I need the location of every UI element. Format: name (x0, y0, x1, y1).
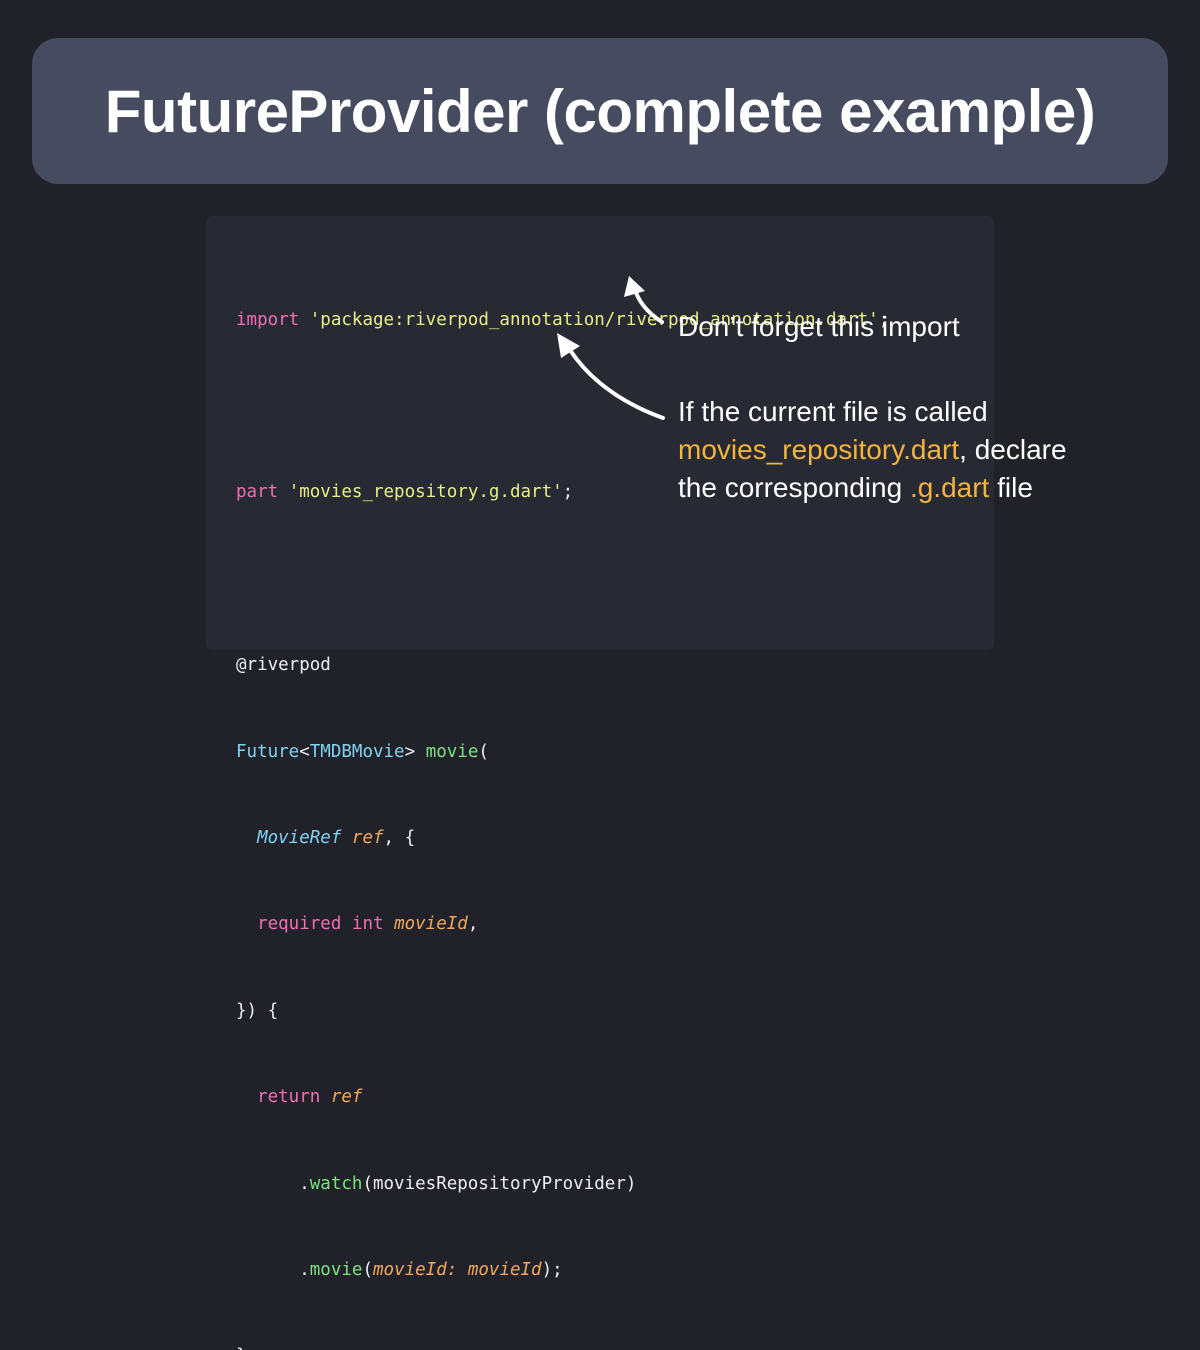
dot: . (299, 1259, 310, 1280)
part-note-filename: movies_repository.dart (678, 434, 960, 465)
code-line-return: return ref (236, 1083, 889, 1112)
future-type: Future (236, 741, 300, 762)
open-paren: ( (478, 741, 489, 762)
import-note: Don’t forget this import (678, 311, 960, 342)
gt: > (404, 741, 416, 762)
callout-arrows (557, 276, 665, 420)
part-note-line3-post: file (989, 472, 1033, 503)
close-call: ); (541, 1259, 563, 1280)
movie-type: TMDBMovie (309, 741, 405, 762)
lt: < (299, 741, 310, 762)
part-note-line2: movies_repository.dart, declare (678, 431, 1067, 469)
code-line-close-brace: } (236, 1342, 889, 1350)
comma-brace: , { (383, 827, 416, 848)
code-line-ref-param: MovieRef ref, { (236, 824, 889, 853)
close-signature: }) { (236, 1000, 279, 1021)
close-brace: } (236, 1346, 247, 1350)
part-note-line3-pre: the corresponding (678, 472, 910, 503)
return-ref: ref (330, 1087, 363, 1108)
keyword-required: required (257, 914, 342, 935)
named-arg-label: movieId: (373, 1259, 458, 1280)
open-paren: ( (362, 1259, 373, 1280)
dot: . (299, 1173, 310, 1194)
part-note-line3: the corresponding .g.dart file (678, 469, 1067, 507)
code-line-signature: Future<TMDBMovie> movie( (236, 738, 889, 767)
watch-function: watch (309, 1173, 363, 1194)
ref-param: ref (351, 827, 384, 848)
named-arg-value: movieId (467, 1259, 542, 1280)
code-line-movie-call: .movie(movieId: movieId); (236, 1256, 889, 1285)
part-note: If the current file is called movies_rep… (678, 393, 1067, 507)
keyword-return: return (257, 1087, 321, 1108)
part-note-after: , declare (959, 434, 1067, 465)
code-line-movieid-param: required int movieId, (236, 910, 889, 939)
movieid-param: movieId (394, 914, 468, 935)
code-line-close-signature: }) { (236, 997, 889, 1026)
function-name: movie (425, 741, 479, 762)
watch-argument: (moviesRepositoryProvider) (362, 1173, 637, 1194)
ref-type: MovieRef (257, 827, 342, 848)
import-arrow-icon (624, 276, 664, 324)
part-note-line1: If the current file is called (678, 396, 988, 427)
code-line-watch: .watch(moviesRepositoryProvider) (236, 1170, 889, 1199)
movie-function: movie (309, 1259, 363, 1280)
part-arrow-icon (557, 333, 665, 420)
keyword-int: int (351, 914, 384, 935)
part-note-extension: .g.dart (909, 472, 990, 503)
comma: , (467, 914, 479, 935)
